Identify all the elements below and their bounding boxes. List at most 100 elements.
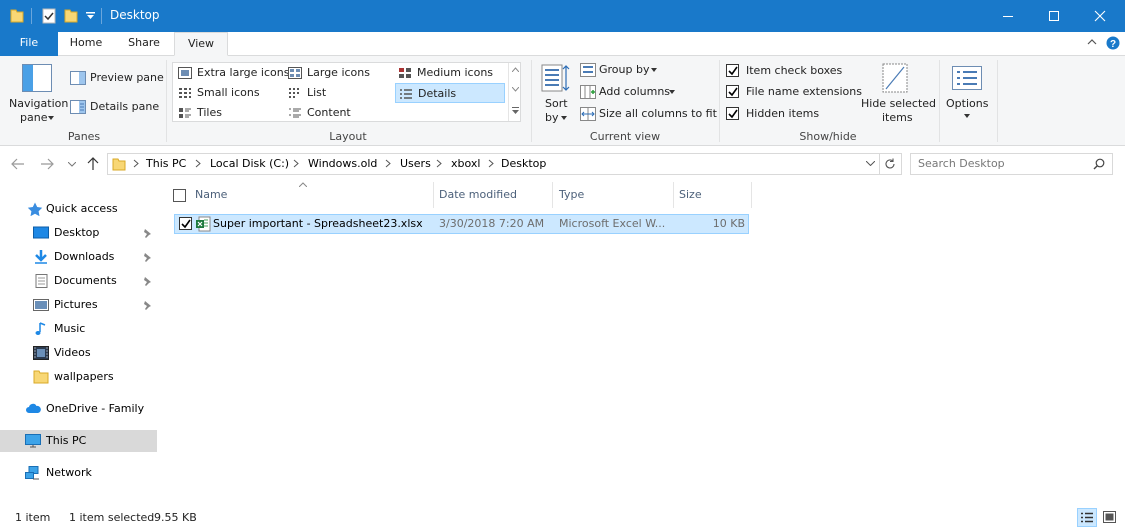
address-history-button[interactable] bbox=[866, 161, 875, 166]
star-icon bbox=[27, 202, 43, 216]
recent-locations-button[interactable] bbox=[68, 162, 76, 167]
hidden-items-checkbox[interactable] bbox=[726, 107, 739, 120]
large-icons-view-button[interactable] bbox=[1100, 508, 1120, 527]
layout-scrollbar[interactable] bbox=[508, 63, 521, 121]
breadcrumb-xboxl[interactable]: xboxl bbox=[451, 157, 480, 170]
file-name: Super important - Spreadsheet23.xlsx bbox=[213, 217, 423, 230]
nav-wallpapers[interactable]: wallpapers bbox=[0, 366, 157, 388]
pin-icon bbox=[144, 253, 151, 262]
cloud-icon bbox=[26, 403, 41, 413]
column-header-type[interactable]: Type bbox=[559, 182, 584, 208]
close-button[interactable] bbox=[1077, 0, 1123, 32]
details-pane-button[interactable]: Details pane bbox=[90, 100, 159, 113]
layout-list[interactable]: List bbox=[285, 83, 393, 103]
forward-button[interactable] bbox=[40, 158, 54, 170]
status-bar: 1 item 1 item selected 9.55 KB bbox=[0, 505, 1125, 530]
sort-by-label[interactable]: by bbox=[545, 111, 559, 124]
sort-by-button[interactable]: Sort bbox=[545, 97, 568, 110]
document-icon bbox=[35, 274, 48, 288]
tab-file[interactable]: File bbox=[0, 32, 58, 56]
address-bar[interactable]: This PC Local Disk (C:) Windows.old User… bbox=[107, 153, 880, 175]
refresh-button[interactable] bbox=[880, 153, 902, 175]
tab-view[interactable]: View bbox=[174, 32, 228, 56]
help-icon[interactable]: ? bbox=[1106, 36, 1120, 50]
window-title: Desktop bbox=[110, 8, 160, 22]
navigation-pane-button[interactable]: Navigation bbox=[9, 97, 68, 110]
checkmark-icon bbox=[728, 109, 738, 119]
sort-ascending-icon bbox=[299, 182, 307, 187]
file-name-extensions-label[interactable]: File name extensions bbox=[746, 85, 862, 98]
nav-quick-access[interactable]: Quick access bbox=[0, 198, 157, 220]
videos-icon bbox=[33, 346, 49, 360]
customize-toolbar-icon[interactable] bbox=[86, 12, 95, 20]
nav-music[interactable]: Music bbox=[0, 318, 157, 340]
maximize-button[interactable] bbox=[1031, 0, 1077, 32]
item-check-boxes-checkbox[interactable] bbox=[726, 64, 739, 77]
folder-icon bbox=[112, 157, 126, 171]
properties-icon[interactable] bbox=[42, 8, 56, 24]
size-columns-icon bbox=[580, 107, 596, 121]
new-folder-icon[interactable] bbox=[64, 8, 78, 24]
nav-desktop[interactable]: Desktop bbox=[0, 222, 157, 244]
nav-videos[interactable]: Videos bbox=[0, 342, 157, 364]
nav-pictures[interactable]: Pictures bbox=[0, 294, 157, 316]
hide-selected-items-button[interactable]: Hide selected bbox=[861, 97, 936, 110]
breadcrumb-this-pc[interactable]: This PC bbox=[146, 157, 186, 170]
back-button[interactable] bbox=[11, 158, 25, 170]
address-row: This PC Local Disk (C:) Windows.old User… bbox=[0, 148, 1125, 180]
layout-content[interactable]: Content bbox=[285, 103, 393, 123]
scroll-up-icon bbox=[512, 67, 519, 72]
hidden-items-label[interactable]: Hidden items bbox=[746, 107, 819, 120]
search-input[interactable]: Search Desktop bbox=[910, 153, 1113, 175]
chevron-right-icon bbox=[195, 159, 201, 168]
search-icon[interactable] bbox=[1093, 158, 1105, 170]
layout-tiles[interactable]: Tiles bbox=[175, 103, 283, 123]
nav-network[interactable]: Network bbox=[0, 462, 157, 484]
column-header-date-modified[interactable]: Date modified bbox=[439, 182, 517, 208]
chevron-right-icon bbox=[488, 159, 494, 168]
checkmark-icon bbox=[728, 66, 738, 76]
nav-this-pc[interactable]: This PC bbox=[0, 430, 157, 452]
tab-home[interactable]: Home bbox=[58, 32, 114, 56]
minimize-ribbon-icon[interactable] bbox=[1087, 38, 1097, 46]
checkmark-icon bbox=[728, 87, 738, 97]
hide-selected-items-label[interactable]: items bbox=[882, 111, 913, 124]
nav-onedrive[interactable]: OneDrive - Family bbox=[0, 398, 157, 420]
group-by-button[interactable]: Group by bbox=[599, 63, 649, 76]
minimize-button[interactable] bbox=[985, 0, 1031, 32]
chevron-down-icon bbox=[669, 90, 675, 94]
layout-extra-large-icons[interactable]: Extra large icons bbox=[175, 63, 289, 83]
tab-share[interactable]: Share bbox=[116, 32, 172, 56]
up-arrow-icon bbox=[87, 157, 99, 170]
column-header-size[interactable]: Size bbox=[679, 182, 702, 208]
breadcrumb-local-disk[interactable]: Local Disk (C:) bbox=[210, 157, 289, 170]
navigation-pane-label[interactable]: pane bbox=[20, 111, 47, 124]
layout-medium-icons[interactable]: Medium icons bbox=[395, 63, 505, 83]
pin-icon bbox=[144, 229, 151, 238]
up-button[interactable] bbox=[87, 157, 99, 171]
details-icon bbox=[400, 89, 412, 99]
select-all-checkbox[interactable] bbox=[173, 189, 186, 202]
nav-documents[interactable]: Documents bbox=[0, 270, 157, 292]
extra-large-icons-icon bbox=[178, 67, 192, 79]
details-view-button[interactable] bbox=[1077, 508, 1097, 527]
item-check-boxes-label[interactable]: Item check boxes bbox=[746, 64, 842, 77]
size-all-columns-button[interactable]: Size all columns to fit bbox=[599, 107, 717, 120]
layout-large-icons[interactable]: Large icons bbox=[285, 63, 393, 83]
row-checkbox[interactable] bbox=[179, 217, 192, 230]
nav-downloads[interactable]: Downloads bbox=[0, 246, 157, 268]
options-button[interactable]: Options bbox=[946, 97, 988, 110]
breadcrumb-desktop[interactable]: Desktop bbox=[501, 157, 546, 170]
navigation-pane: Quick access Desktop Downloads Documents… bbox=[0, 180, 160, 505]
file-name-extensions-checkbox[interactable] bbox=[726, 85, 739, 98]
preview-pane-button[interactable]: Preview pane bbox=[90, 71, 164, 84]
table-row[interactable]: Super important - Spreadsheet23.xlsx 3/3… bbox=[174, 214, 749, 234]
column-header-name[interactable]: Name bbox=[195, 182, 227, 208]
layout-details[interactable]: Details bbox=[395, 83, 505, 103]
chevron-down-icon bbox=[964, 114, 970, 118]
sort-by-icon bbox=[541, 63, 571, 93]
breadcrumb-windows-old[interactable]: Windows.old bbox=[308, 157, 377, 170]
add-columns-button[interactable]: Add columns bbox=[599, 85, 670, 98]
layout-small-icons[interactable]: Small icons bbox=[175, 83, 283, 103]
breadcrumb-users[interactable]: Users bbox=[400, 157, 431, 170]
